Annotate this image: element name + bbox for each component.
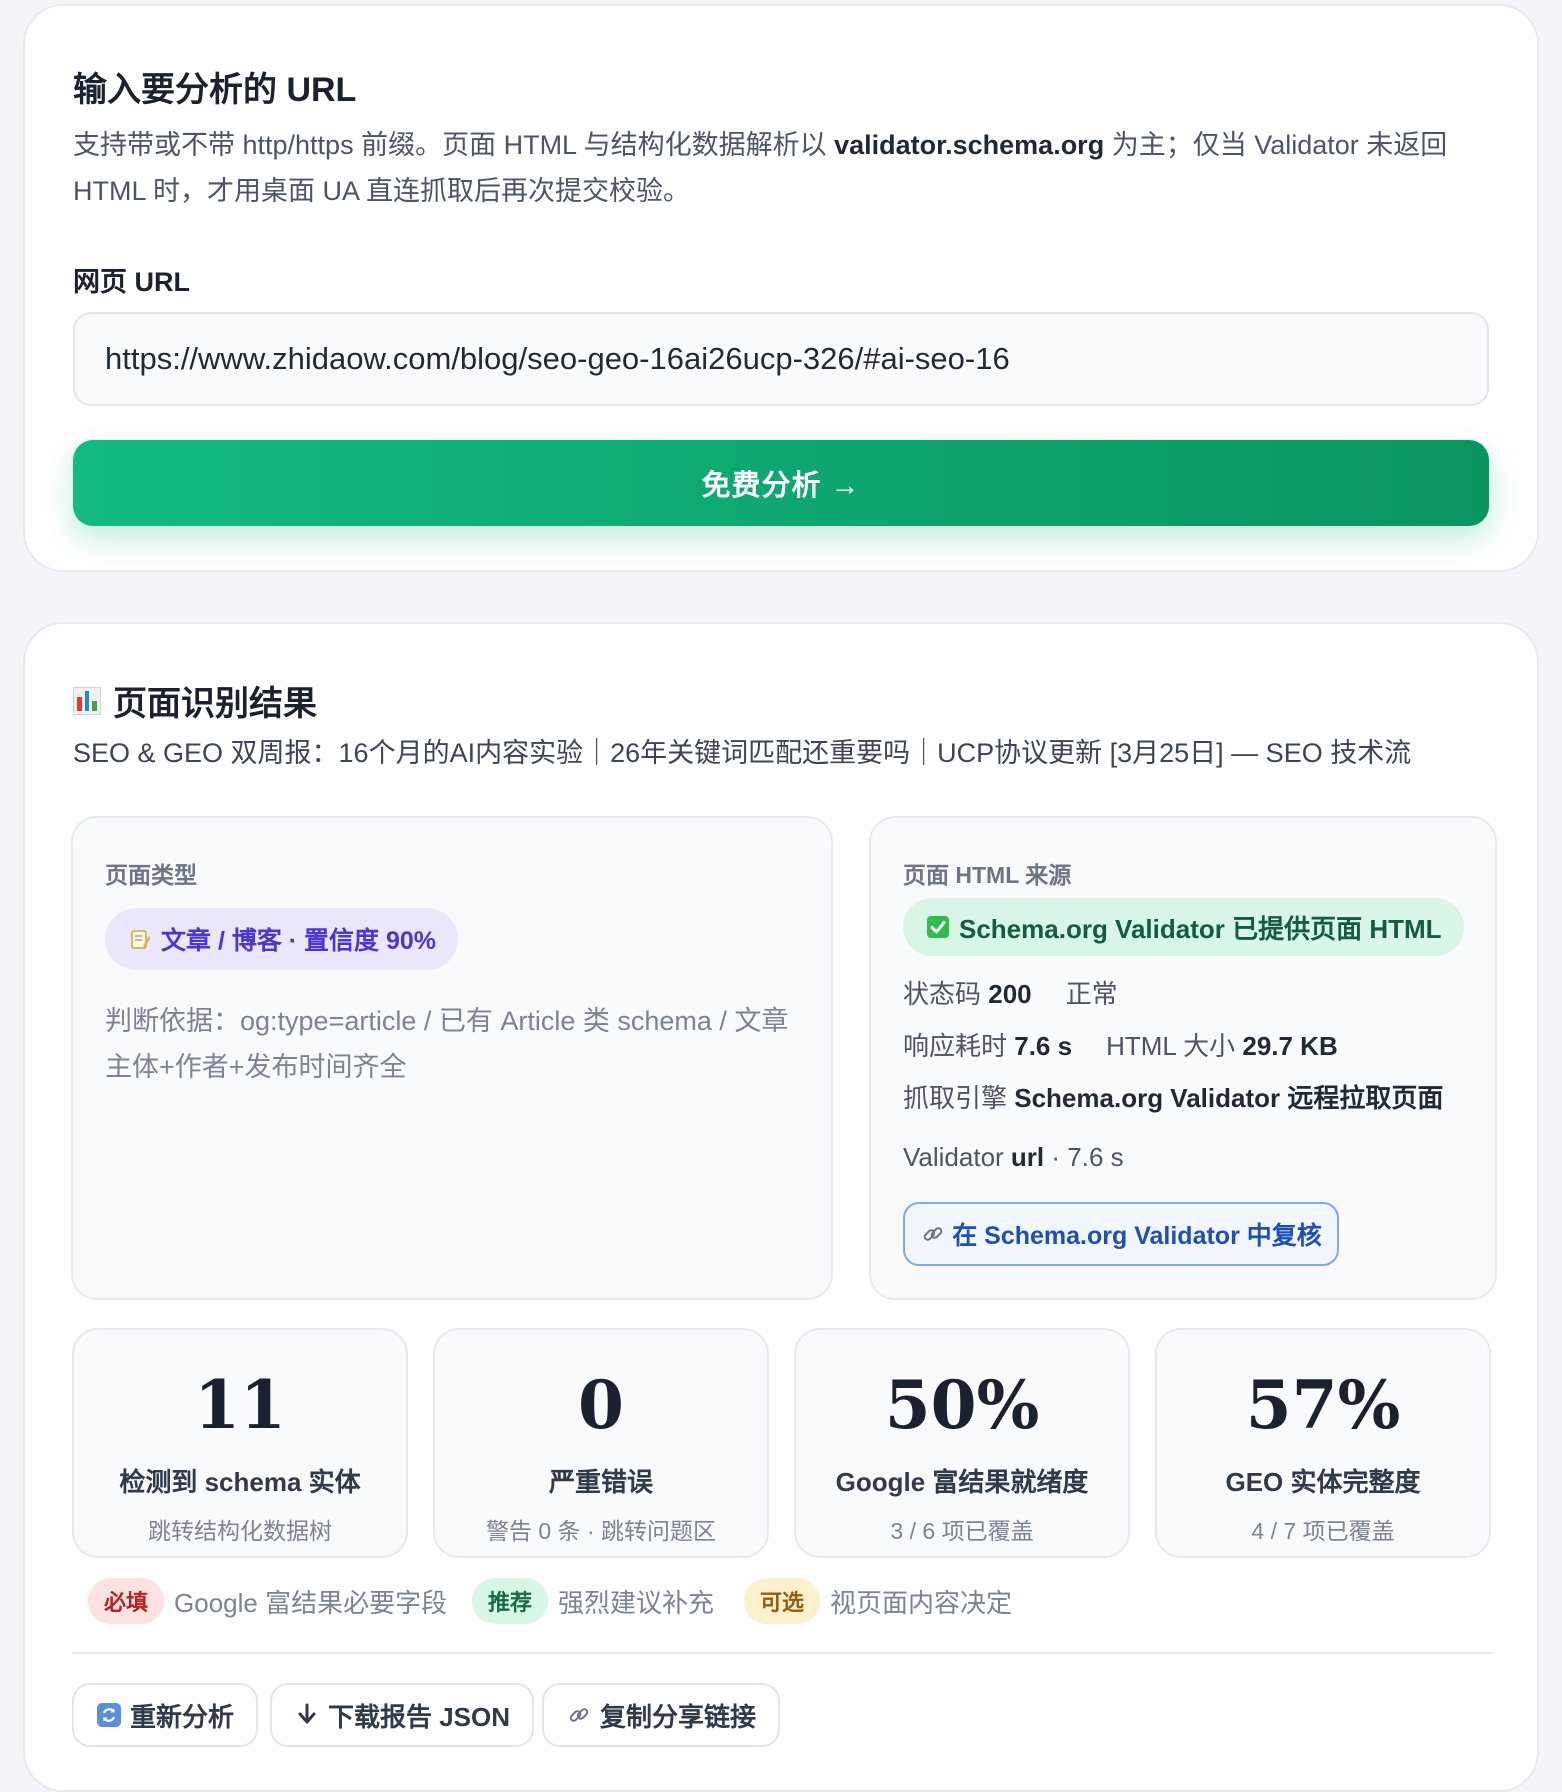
html-source-label: 页面 HTML 来源 bbox=[903, 862, 1072, 888]
recheck-validator-label: 在 Schema.org Validator 中复核 bbox=[952, 1222, 1322, 1250]
check-icon bbox=[925, 914, 951, 940]
validator-time: · 7.6 s bbox=[1051, 1142, 1124, 1172]
page-type-label: 页面类型 bbox=[105, 862, 197, 888]
download-arrow-icon bbox=[294, 1702, 320, 1728]
page-type-pill: 文章 / 博客 · 置信度 90% bbox=[105, 908, 459, 970]
bar-chart-icon bbox=[73, 686, 101, 715]
stat-schema-entities[interactable]: 11 检测到 schema 实体 跳转结构化数据树 bbox=[72, 1328, 408, 1558]
optional-tag: 可选 bbox=[744, 1578, 821, 1624]
description-domain: validator.schema.org bbox=[834, 130, 1105, 160]
required-text: Google 富结果必要字段 bbox=[174, 1587, 448, 1618]
html-source-panel: 页面 HTML 来源 Schema.org Validator 已提供页面 HT… bbox=[869, 816, 1497, 1300]
html-size-label: HTML 大小 bbox=[1106, 1031, 1236, 1061]
refresh-icon bbox=[96, 1702, 122, 1728]
stat-sub: 4 / 7 项已覆盖 bbox=[1251, 1518, 1395, 1544]
validator-row: Validator url · 7.6 s bbox=[903, 1142, 1124, 1173]
engine-label: 抓取引擎 bbox=[903, 1083, 1008, 1113]
url-input-card: 输入要分析的 URL 支持带或不带 http/https 前缀。页面 HTML … bbox=[23, 4, 1539, 572]
response-time-value: 7.6 s bbox=[1014, 1031, 1073, 1061]
stat-value: 0 bbox=[578, 1366, 624, 1444]
link-icon bbox=[566, 1702, 592, 1728]
stat-title: 检测到 schema 实体 bbox=[119, 1467, 361, 1497]
response-time-row: 响应耗时 7.6 s HTML 大小 29.7 KB bbox=[903, 1026, 1338, 1063]
stat-title: 严重错误 bbox=[548, 1467, 653, 1497]
required-tag: 必填 bbox=[88, 1578, 165, 1624]
response-time-label: 响应耗时 bbox=[903, 1031, 1008, 1061]
reanalyze-label: 重新分析 bbox=[130, 1701, 235, 1732]
optional-text: 视页面内容决定 bbox=[830, 1587, 1013, 1618]
validator-label: Validator bbox=[903, 1142, 1004, 1172]
engine-row: 抓取引擎 Schema.org Validator 远程拉取页面 bbox=[903, 1078, 1443, 1115]
stat-title: Google 富结果就绪度 bbox=[835, 1467, 1089, 1497]
stat-geo-completeness: 57% GEO 实体完整度 4 / 7 项已覆盖 bbox=[1155, 1328, 1491, 1558]
stat-value: 57% bbox=[1245, 1366, 1401, 1444]
html-source-status-text: Schema.org Validator 已提供页面 HTML bbox=[959, 913, 1442, 944]
legend-optional: 可选 视页面内容决定 bbox=[744, 1578, 1012, 1624]
stat-title: GEO 实体完整度 bbox=[1225, 1467, 1421, 1497]
validator-mode: url bbox=[1010, 1142, 1045, 1172]
analyzed-page-title: SEO & GEO 双周报：16个月的AI内容实验｜26年关键词匹配还重要吗｜U… bbox=[73, 738, 1412, 768]
stat-sub: 3 / 6 项已覆盖 bbox=[890, 1518, 1034, 1544]
stat-sub: 跳转结构化数据树 bbox=[148, 1518, 332, 1544]
reanalyze-button[interactable]: 重新分析 bbox=[72, 1683, 259, 1747]
html-size-value: 29.7 KB bbox=[1242, 1031, 1338, 1061]
analyze-button[interactable]: 免费分析 → bbox=[73, 440, 1489, 526]
status-code-value: 200 bbox=[988, 979, 1032, 1009]
page-type-basis: 判断依据：og:type=article / 已有 Article 类 sche… bbox=[105, 1006, 789, 1082]
result-card-title-text: 页面识别结果 bbox=[113, 685, 317, 723]
input-card-description: 支持带或不带 http/https 前缀。页面 HTML 与结构化数据解析以 v… bbox=[73, 122, 1467, 214]
recommended-tag: 推荐 bbox=[472, 1578, 549, 1624]
copy-share-link-button[interactable]: 复制分享链接 bbox=[542, 1683, 781, 1747]
status-code-text: 正常 bbox=[1065, 979, 1118, 1009]
status-code-row: 状态码 200 正常 bbox=[903, 974, 1118, 1011]
memo-icon bbox=[127, 926, 153, 952]
url-input[interactable] bbox=[73, 312, 1489, 406]
page-type-pill-text: 文章 / 博客 · 置信度 90% bbox=[161, 927, 437, 955]
recommended-text: 强烈建议补充 bbox=[558, 1587, 715, 1618]
stat-value: 50% bbox=[884, 1366, 1040, 1444]
engine-value: Schema.org Validator 远程拉取页面 bbox=[1014, 1083, 1444, 1113]
result-card-title: 页面识别结果 bbox=[73, 676, 317, 725]
download-report-label: 下载报告 JSON bbox=[328, 1701, 511, 1732]
copy-share-link-label: 复制分享链接 bbox=[600, 1701, 757, 1732]
recheck-validator-button[interactable]: 在 Schema.org Validator 中复核 bbox=[903, 1202, 1339, 1266]
html-source-status-pill: Schema.org Validator 已提供页面 HTML bbox=[903, 898, 1464, 956]
page-type-panel: 页面类型 文章 / 博客 · 置信度 90% 判断依据：og:type=arti… bbox=[71, 816, 833, 1300]
download-report-button[interactable]: 下载报告 JSON bbox=[270, 1683, 535, 1747]
stat-google-rich-results: 50% Google 富结果就绪度 3 / 6 项已覆盖 bbox=[794, 1328, 1130, 1558]
legend-required: 必填 Google 富结果必要字段 bbox=[88, 1578, 447, 1624]
input-card-title: 输入要分析的 URL bbox=[73, 71, 357, 109]
divider bbox=[72, 1652, 1492, 1654]
stat-value: 11 bbox=[194, 1366, 286, 1444]
stat-critical-errors[interactable]: 0 严重错误 警告 0 条 · 跳转问题区 bbox=[433, 1328, 769, 1558]
stat-sub: 警告 0 条 · 跳转问题区 bbox=[485, 1518, 716, 1544]
link-icon bbox=[920, 1221, 946, 1247]
status-code-label: 状态码 bbox=[903, 979, 982, 1009]
legend-recommended: 推荐 强烈建议补充 bbox=[472, 1578, 714, 1624]
description-prefix: 支持带或不带 http/https 前缀。页面 HTML 与结构化数据解析以 bbox=[73, 130, 835, 160]
url-field-label: 网页 URL bbox=[73, 267, 190, 297]
